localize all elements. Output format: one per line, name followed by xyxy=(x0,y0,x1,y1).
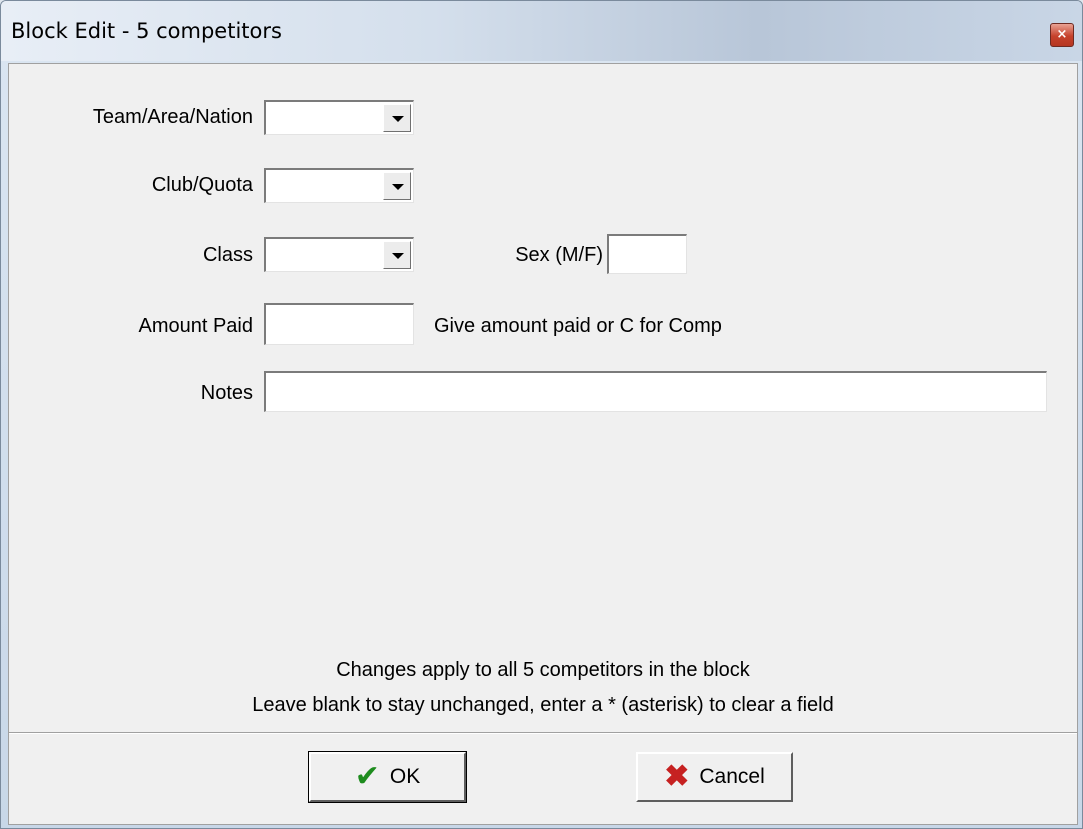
title-bar[interactable]: Block Edit - 5 competitors × xyxy=(1,1,1082,61)
separator xyxy=(9,732,1077,734)
sex-input[interactable] xyxy=(607,234,687,274)
amount-paid-input[interactable] xyxy=(264,303,414,345)
chevron-down-icon[interactable] xyxy=(383,241,411,269)
cancel-button[interactable]: ✖ Cancel xyxy=(636,752,793,802)
class-select[interactable] xyxy=(264,237,414,272)
team-area-nation-select[interactable] xyxy=(264,100,414,135)
chevron-down-icon[interactable] xyxy=(383,172,411,200)
team-area-nation-label: Team/Area/Nation xyxy=(92,106,253,128)
notes-input[interactable] xyxy=(264,371,1047,412)
info-line-2: Leave blank to stay unchanged, enter a *… xyxy=(252,694,834,716)
sex-label: Sex (M/F) xyxy=(515,244,603,266)
dialog-window: Block Edit - 5 competitors × Team/Area/N… xyxy=(0,0,1083,829)
window-title: Block Edit - 5 competitors xyxy=(11,19,282,43)
ok-button[interactable]: ✔ OK xyxy=(308,751,467,803)
club-quota-select[interactable] xyxy=(264,168,414,203)
ok-button-label: OK xyxy=(389,765,421,788)
x-icon: ✖ xyxy=(664,760,690,793)
amount-paid-hint: Give amount paid or C for Comp xyxy=(434,315,722,337)
info-line-1: Changes apply to all 5 competitors in th… xyxy=(336,659,750,681)
club-quota-label: Club/Quota xyxy=(151,174,253,196)
class-label: Class xyxy=(202,244,253,266)
amount-paid-label: Amount Paid xyxy=(138,315,253,337)
chevron-down-icon[interactable] xyxy=(383,104,411,132)
notes-label: Notes xyxy=(200,382,253,404)
dialog-body: Team/Area/Nation Club/Quota Class Sex (M… xyxy=(8,63,1078,825)
close-icon[interactable]: × xyxy=(1050,23,1074,47)
check-icon: ✔ xyxy=(354,760,380,793)
cancel-button-label: Cancel xyxy=(699,765,765,788)
